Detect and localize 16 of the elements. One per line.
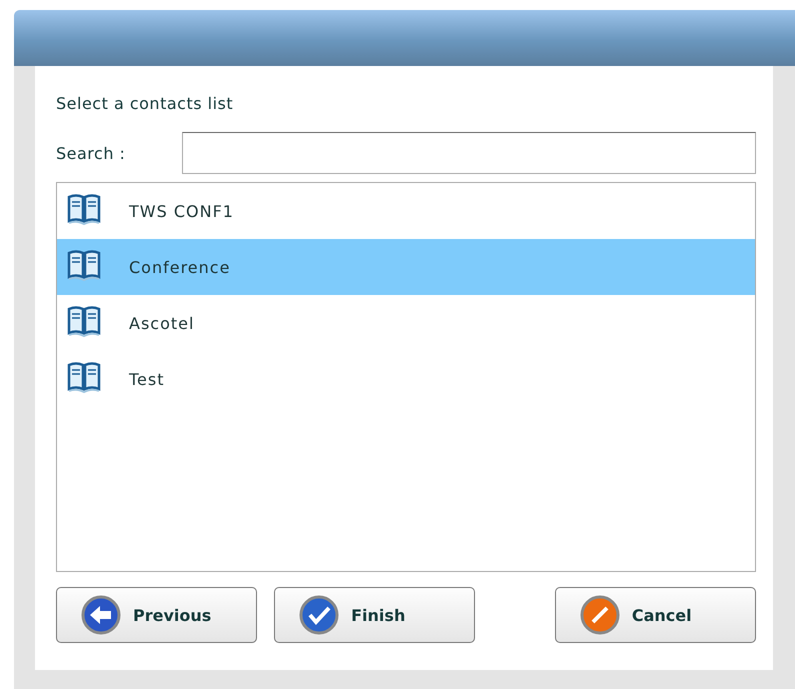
list-item[interactable]: Ascotel [57,295,755,351]
list-name: Ascotel [129,314,194,332]
cancel-icon [580,595,620,635]
list-item[interactable]: TWS CONF1 [57,183,755,239]
prompt-text: Select a contacts list [56,93,234,115]
list-item[interactable]: Test [57,351,755,407]
list-name: TWS CONF1 [129,202,234,220]
finish-button[interactable]: Finish [274,587,476,643]
back-button[interactable]: Previous [56,587,258,643]
cancel-button[interactable]: Cancel [554,587,756,643]
list-name: Conference [129,258,230,276]
list-item[interactable]: Conference [57,239,755,295]
search-label: Search : [56,144,126,162]
search-field[interactable] [182,132,756,174]
list-name: Test [129,370,165,388]
checkmark-icon [299,595,340,635]
